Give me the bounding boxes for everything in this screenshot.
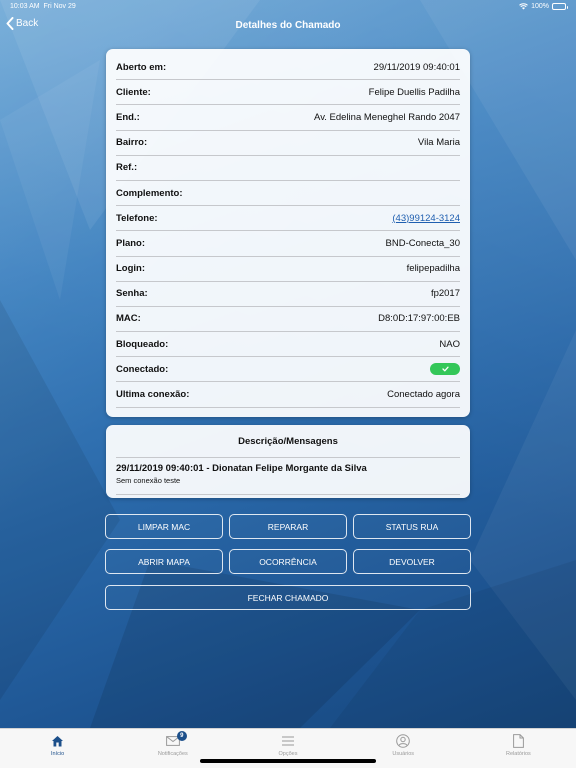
document-icon [513, 733, 524, 749]
battery-percent: 100% [531, 3, 549, 10]
row-label: Bairro: [116, 137, 148, 149]
tab-inicio[interactable]: Início [0, 729, 115, 768]
tab-label: Usuários [392, 751, 415, 757]
message-header: 29/11/2019 09:40:01 - Dionatan Felipe Mo… [116, 463, 367, 474]
home-icon [51, 733, 64, 749]
row-label: Login: [116, 263, 146, 275]
row-value: Felipe Duellis Padilha [368, 86, 460, 98]
checkmark-icon [441, 366, 449, 372]
row-telefone: Telefone: (43)99124-3124 [116, 206, 460, 232]
fechar-chamado-button[interactable]: FECHAR CHAMADO [105, 585, 471, 610]
row-label: Telefone: [116, 212, 158, 224]
row-login: Login: felipepadilha [116, 257, 460, 282]
tab-label: Relatórios [506, 751, 531, 757]
status-time-date: 10:03 AM Fri Nov 29 [10, 3, 76, 10]
tab-relatorios[interactable]: Relatórios [461, 729, 576, 768]
tab-label: Início [51, 751, 65, 757]
row-value: felipepadilha [406, 263, 460, 275]
row-complemento: Complemento: [116, 181, 460, 207]
status-time: 10:03 AM [10, 3, 40, 10]
row-label: Ref.: [116, 162, 138, 174]
connected-indicator [430, 363, 460, 376]
navigation-bar: Back Detalhes do Chamado [0, 14, 576, 38]
phone-link[interactable]: (43)99124-3124 [392, 213, 460, 224]
row-cliente: Cliente: Felipe Duellis Padilha [116, 80, 460, 106]
battery-icon [552, 3, 568, 10]
row-value: 29/11/2019 09:40:01 [373, 61, 460, 73]
row-label: Cliente: [116, 86, 151, 98]
row-label: End.: [116, 111, 140, 123]
tab-label: Opções [278, 751, 298, 757]
notification-badge: 9 [176, 731, 187, 741]
row-label: MAC: [116, 313, 141, 325]
message-item: 29/11/2019 09:40:01 - Dionatan Felipe Mo… [116, 463, 460, 495]
home-indicator [200, 759, 376, 763]
devolver-button[interactable]: DEVOLVER [353, 549, 471, 574]
row-mac: MAC: D8:0D:17:97:00:EB [116, 307, 460, 333]
row-value: D8:0D:17:97:00:EB [378, 313, 460, 325]
row-value: Conectado agora [387, 389, 460, 401]
message-body: Sem conexão teste [116, 476, 181, 485]
row-value: Vila Maria [417, 137, 460, 149]
row-label: Bloqueado: [116, 338, 169, 350]
row-ultima-conexao: Ultima conexão: Conectado agora [116, 382, 460, 408]
row-bairro: Bairro: Vila Maria [116, 131, 460, 156]
row-value: BND-Conecta_30 [385, 237, 460, 249]
ocorrencia-button[interactable]: OCORRÊNCIA [229, 549, 347, 574]
row-endereco: End.: Av. Edelina Meneghel Rando 2047 [116, 105, 460, 131]
reparar-button[interactable]: REPARAR [229, 514, 347, 539]
row-referencia: Ref.: [116, 156, 460, 181]
ticket-details-card: Aberto em: 29/11/2019 09:40:01 Cliente: … [106, 49, 470, 417]
status-date: Fri Nov 29 [43, 3, 76, 10]
row-senha: Senha: fp2017 [116, 282, 460, 307]
abrir-mapa-button[interactable]: ABRIR MAPA [105, 549, 223, 574]
tab-label: Notificações [157, 751, 188, 757]
row-label: Conectado: [116, 363, 169, 375]
status-rua-button[interactable]: STATUS RUA [353, 514, 471, 539]
messages-title: Descrição/Mensagens [116, 425, 460, 458]
row-conectado: Conectado: [116, 357, 460, 383]
users-icon [396, 733, 411, 749]
row-label: Plano: [116, 237, 146, 249]
status-bar: 10:03 AM Fri Nov 29 100% [0, 0, 576, 14]
page-title: Detalhes do Chamado [235, 20, 341, 31]
divider [116, 494, 460, 495]
row-label: Senha: [116, 288, 148, 300]
row-value: fp2017 [430, 288, 460, 300]
row-aberto-em: Aberto em: 29/11/2019 09:40:01 [116, 55, 460, 81]
row-value: Av. Edelina Meneghel Rando 2047 [314, 111, 460, 123]
wifi-icon [519, 3, 528, 10]
row-label: Aberto em: [116, 61, 167, 73]
row-label: Ultima conexão: [116, 389, 190, 401]
status-right: 100% [519, 3, 568, 10]
limpar-mac-button[interactable]: LIMPAR MAC [105, 514, 223, 539]
row-plano: Plano: BND-Conecta_30 [116, 231, 460, 257]
row-bloqueado: Bloqueado: NAO [116, 332, 460, 358]
row-label: Complemento: [116, 187, 183, 199]
menu-icon [281, 733, 295, 749]
messages-card: Descrição/Mensagens 29/11/2019 09:40:01 … [106, 425, 470, 498]
row-value: NAO [439, 338, 460, 350]
